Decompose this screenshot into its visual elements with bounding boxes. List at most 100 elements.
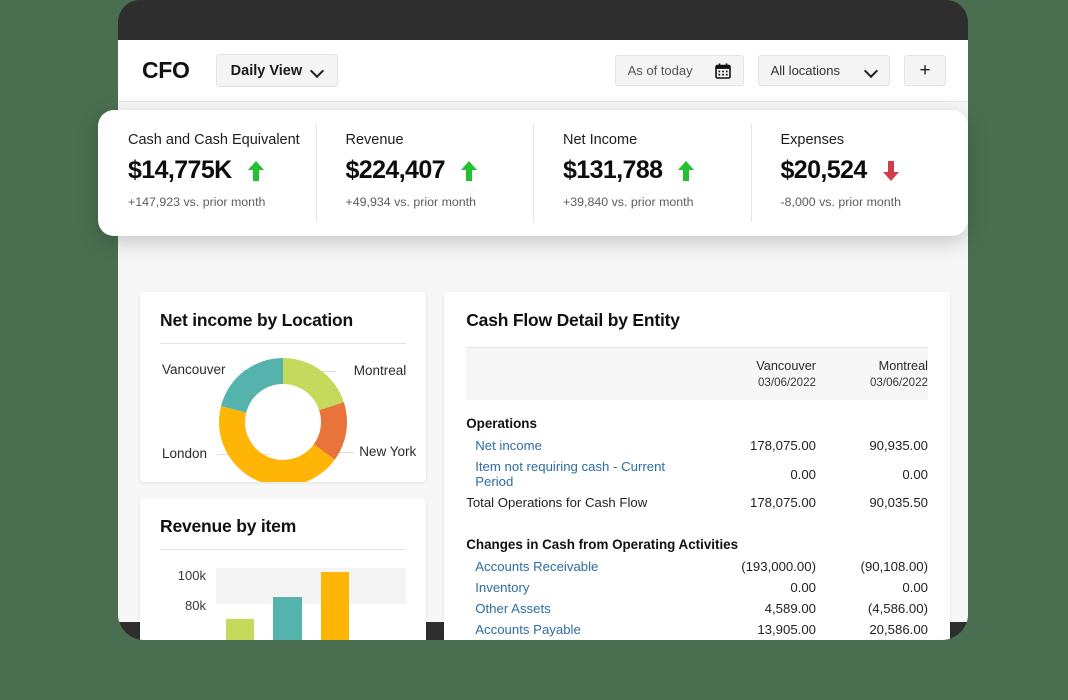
device-bezel: CFO Daily View As of today All locations… — [118, 0, 968, 640]
kpi-label: Revenue — [345, 132, 404, 148]
section-heading-label: Operations — [466, 416, 537, 432]
view-select-label: Daily View — [230, 62, 303, 79]
kpi-card-cash-and-cash-equivalent[interactable]: Cash and Cash Equivalent $14,775K +147,9… — [98, 110, 316, 236]
plus-icon: + — [919, 59, 931, 81]
kpi-delta: +49,934 vs. prior month — [345, 195, 477, 209]
column-header-vancouver: Vancouver 03/06/2022 — [704, 348, 816, 400]
row-value-montreal: (90,108.00) — [860, 559, 928, 575]
column-date: 03/06/2022 — [869, 375, 928, 389]
kpi-delta: +147,923 vs. prior month — [128, 195, 266, 209]
kpi-value: $20,524 — [780, 156, 868, 184]
date-filter-label: As of today — [627, 63, 693, 78]
y-axis-tick: 80k — [185, 598, 206, 614]
donut-slice-montreal[interactable] — [283, 358, 344, 411]
table-row[interactable]: Accounts Payable 13,905.00 20,586.00 — [466, 619, 928, 640]
kpi-value-row: $20,524 — [781, 156, 969, 185]
kpi-value: $14,775K — [128, 156, 232, 184]
row-value-vancouver: 178,075.00 — [749, 438, 816, 454]
table-header-row: Vancouver 03/06/2022 Montreal 03/06/2022 — [466, 348, 928, 401]
table-row[interactable]: Accounts Receivable (193,000.00) (90,108.0… — [466, 556, 928, 577]
table-row[interactable]: Inventory 0.00 0.00 — [466, 577, 928, 598]
panel-title: Net income by Location — [160, 310, 353, 330]
row-value-montreal: 20,586.00 — [869, 622, 928, 638]
row-label-link[interactable]: Accounts Receivable — [466, 556, 704, 577]
donut-svg — [219, 358, 348, 483]
kpi-value-row: $14,775K — [128, 156, 316, 185]
table-row[interactable]: Item not requiring cash - Current Period… — [466, 456, 928, 492]
calendar-icon — [714, 63, 731, 79]
plot-band — [216, 568, 407, 605]
arrow-up-icon — [460, 160, 477, 181]
kpi-delta: -8,000 vs. prior month — [780, 195, 902, 209]
row-label-link[interactable]: Item not requiring cash - Current Period — [466, 456, 704, 492]
table-section-heading: Operations — [466, 400, 928, 435]
row-value-montreal: 90,935.00 — [869, 438, 928, 454]
bar-item-2[interactable] — [273, 597, 302, 640]
chevron-down-icon — [312, 65, 323, 76]
kpi-delta: +39,840 vs. prior month — [563, 195, 694, 209]
section-heading-label: Changes in Cash from Operating Activitie… — [466, 537, 739, 553]
row-value-montreal: 90,035.50 — [869, 495, 928, 511]
donut-slice-vancouver[interactable] — [221, 358, 284, 413]
row-value-montreal: (4,586.00) — [867, 601, 928, 617]
column-entity: Vancouver — [756, 359, 816, 373]
panel-title: Cash Flow Detail by Entity — [466, 310, 680, 330]
chevron-down-icon — [866, 65, 877, 76]
kpi-label: Cash and Cash Equivalent — [128, 132, 300, 148]
arrow-up-icon — [247, 160, 264, 181]
row-value-vancouver: 178,075.00 — [749, 495, 816, 511]
column-date: 03/06/2022 — [757, 375, 816, 389]
kpi-card-expenses[interactable]: Expenses $20,524 -8,000 vs. prior month — [750, 110, 969, 236]
table-header-spacer — [466, 348, 704, 400]
row-value-vancouver: 13,905.00 — [757, 622, 816, 638]
row-value-vancouver: 0.00 — [790, 466, 816, 482]
arrow-down-icon — [882, 160, 899, 181]
location-filter[interactable]: All locations — [757, 55, 890, 86]
add-button[interactable]: + — [904, 55, 946, 86]
net-income-by-location-panel: Net income by Location Vancouver Montrea… — [140, 292, 427, 483]
revenue-by-item-panel: Revenue by item 100k 80k — [140, 498, 427, 640]
row-label-link[interactable]: Inventory — [466, 577, 704, 598]
table-section-spacer — [466, 513, 928, 521]
bar-chart: 100k 80k — [160, 564, 407, 640]
app-topbar: CFO Daily View As of today All locations… — [118, 40, 968, 102]
column-header-montreal: Montreal 03/06/2022 — [816, 348, 928, 400]
row-label-link[interactable]: Accounts Payable — [466, 619, 704, 640]
date-filter[interactable]: As of today — [614, 55, 744, 86]
panel-divider — [160, 549, 407, 551]
table-row[interactable]: Net income 178,075.00 90,935.00 — [466, 435, 928, 456]
donut-chart: Vancouver Montreal London New York — [160, 350, 416, 483]
row-value-vancouver: (193,000.00) — [741, 559, 816, 575]
row-value-vancouver: 4,589.00 — [764, 601, 816, 617]
kpi-value-row: $224,407 — [346, 156, 534, 185]
arrow-up-icon — [678, 160, 695, 181]
row-label-link[interactable]: Other Assets — [466, 598, 704, 619]
kpi-label: Expenses — [780, 132, 845, 148]
row-value-montreal: 0.00 — [902, 466, 928, 482]
dashboard-panels: Net income by Location Vancouver Montrea… — [140, 292, 950, 640]
row-value-montreal: 0.00 — [902, 580, 928, 596]
cash-flow-detail-panel: Cash Flow Detail by Entity Vancouver 03/… — [444, 292, 950, 640]
table-row: Total Operations for Cash Flow 178,075.00… — [466, 492, 928, 513]
table-section-heading: Changes in Cash from Operating Activitie… — [466, 521, 928, 556]
view-select[interactable]: Daily View — [215, 54, 339, 87]
bar-item-3[interactable] — [320, 572, 350, 640]
cash-flow-table: Vancouver 03/06/2022 Montreal 03/06/2022 — [466, 348, 928, 640]
kpi-card-net-income[interactable]: Net Income $131,788 +39,840 vs. prior mo… — [533, 110, 751, 236]
page-title: CFO — [142, 57, 190, 83]
y-axis-tick: 100k — [177, 568, 206, 584]
row-value-vancouver: 0.00 — [790, 580, 816, 596]
kpi-label: Net Income — [563, 132, 638, 148]
table-row[interactable]: Other Assets 4,589.00 (4,586.00) — [466, 598, 928, 619]
bar-item-1[interactable] — [225, 618, 255, 640]
donut-label-montreal: Montreal — [353, 363, 407, 378]
topbar-actions: As of today All locations + — [614, 55, 946, 86]
screenshot-stage: CFO Daily View As of today All locations… — [0, 0, 1068, 700]
kpi-card-revenue[interactable]: Revenue $224,407 +49,934 vs. prior month — [315, 110, 534, 236]
column-entity: Montreal — [878, 359, 928, 373]
panel-title: Revenue by item — [160, 516, 297, 537]
kpi-value: $131,788 — [563, 156, 663, 184]
left-column: Net income by Location Vancouver Montrea… — [140, 292, 427, 640]
row-label-link[interactable]: Net income — [466, 435, 704, 456]
bar-chart-plot — [216, 564, 407, 640]
